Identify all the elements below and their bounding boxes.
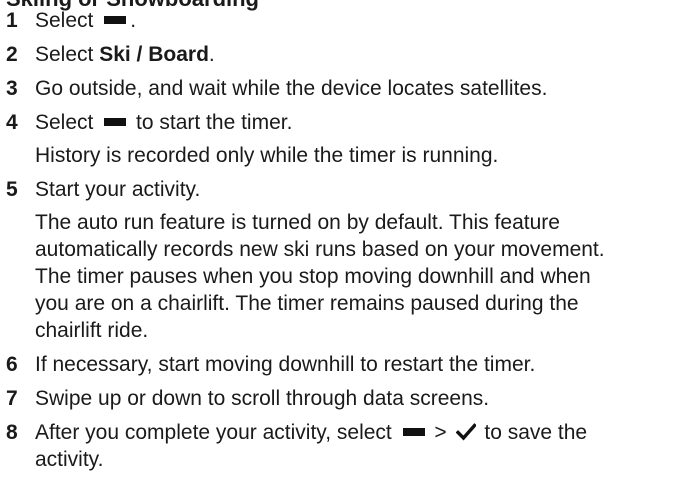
step-text: Go outside, and wait while the device lo… bbox=[35, 77, 548, 100]
step-7: 7 Swipe up or down to scroll through dat… bbox=[0, 385, 692, 412]
step-text: Start your activity. bbox=[35, 178, 201, 201]
step-1: 1 Select . bbox=[0, 7, 692, 34]
note-line: The timer pauses when you stop moving do… bbox=[35, 265, 591, 288]
manual-page: Skiing or Snowboarding 1 Select . 2 Sele… bbox=[0, 0, 692, 479]
step-text: Select Ski / Board. bbox=[35, 43, 215, 66]
step-number: 4 bbox=[6, 111, 18, 134]
note-line: you are on a chairlift. The timer remain… bbox=[35, 292, 579, 315]
ski-board-option: Ski / Board bbox=[99, 43, 209, 66]
action-bar-icon bbox=[104, 118, 127, 126]
step-text: Select . bbox=[35, 9, 137, 32]
step-text: After you complete your activity, select… bbox=[35, 421, 588, 471]
steps-list: 1 Select . 2 Select Ski / Board. 3 Go ou… bbox=[0, 7, 692, 473]
step-6: 6 If necessary, start moving downhill to… bbox=[0, 351, 692, 378]
step-number: 3 bbox=[6, 77, 18, 100]
step-3: 3 Go outside, and wait while the device … bbox=[0, 75, 692, 102]
step-number: 7 bbox=[6, 387, 18, 410]
note-line: automatically records new ski runs based… bbox=[35, 238, 605, 261]
note-line: chairlift ride. bbox=[35, 319, 149, 342]
step-text: Swipe up or down to scroll through data … bbox=[35, 387, 490, 410]
step-text: Select to start the timer. bbox=[35, 111, 293, 134]
step-number: 2 bbox=[6, 43, 18, 66]
step-text: If necessary, start moving downhill to r… bbox=[35, 353, 536, 376]
step-number: 1 bbox=[6, 9, 18, 32]
step-number: 8 bbox=[6, 421, 18, 444]
step-4-note: History is recorded only while the timer… bbox=[35, 144, 499, 167]
step-8: 8 After you complete your activity, sele… bbox=[0, 419, 692, 473]
step-5: 5 Start your activity. bbox=[0, 176, 692, 203]
action-bar-icon bbox=[402, 428, 425, 436]
step-number: 5 bbox=[6, 178, 18, 201]
step-number: 6 bbox=[6, 353, 18, 376]
step-5-note: The auto run feature is turned on by def… bbox=[0, 209, 692, 344]
action-bar-icon bbox=[104, 16, 127, 24]
note-line: The auto run feature is turned on by def… bbox=[35, 211, 560, 234]
checkmark-icon bbox=[455, 423, 476, 441]
step-4: 4 Select to start the timer. bbox=[0, 109, 692, 136]
step-2: 2 Select Ski / Board. bbox=[0, 41, 692, 68]
